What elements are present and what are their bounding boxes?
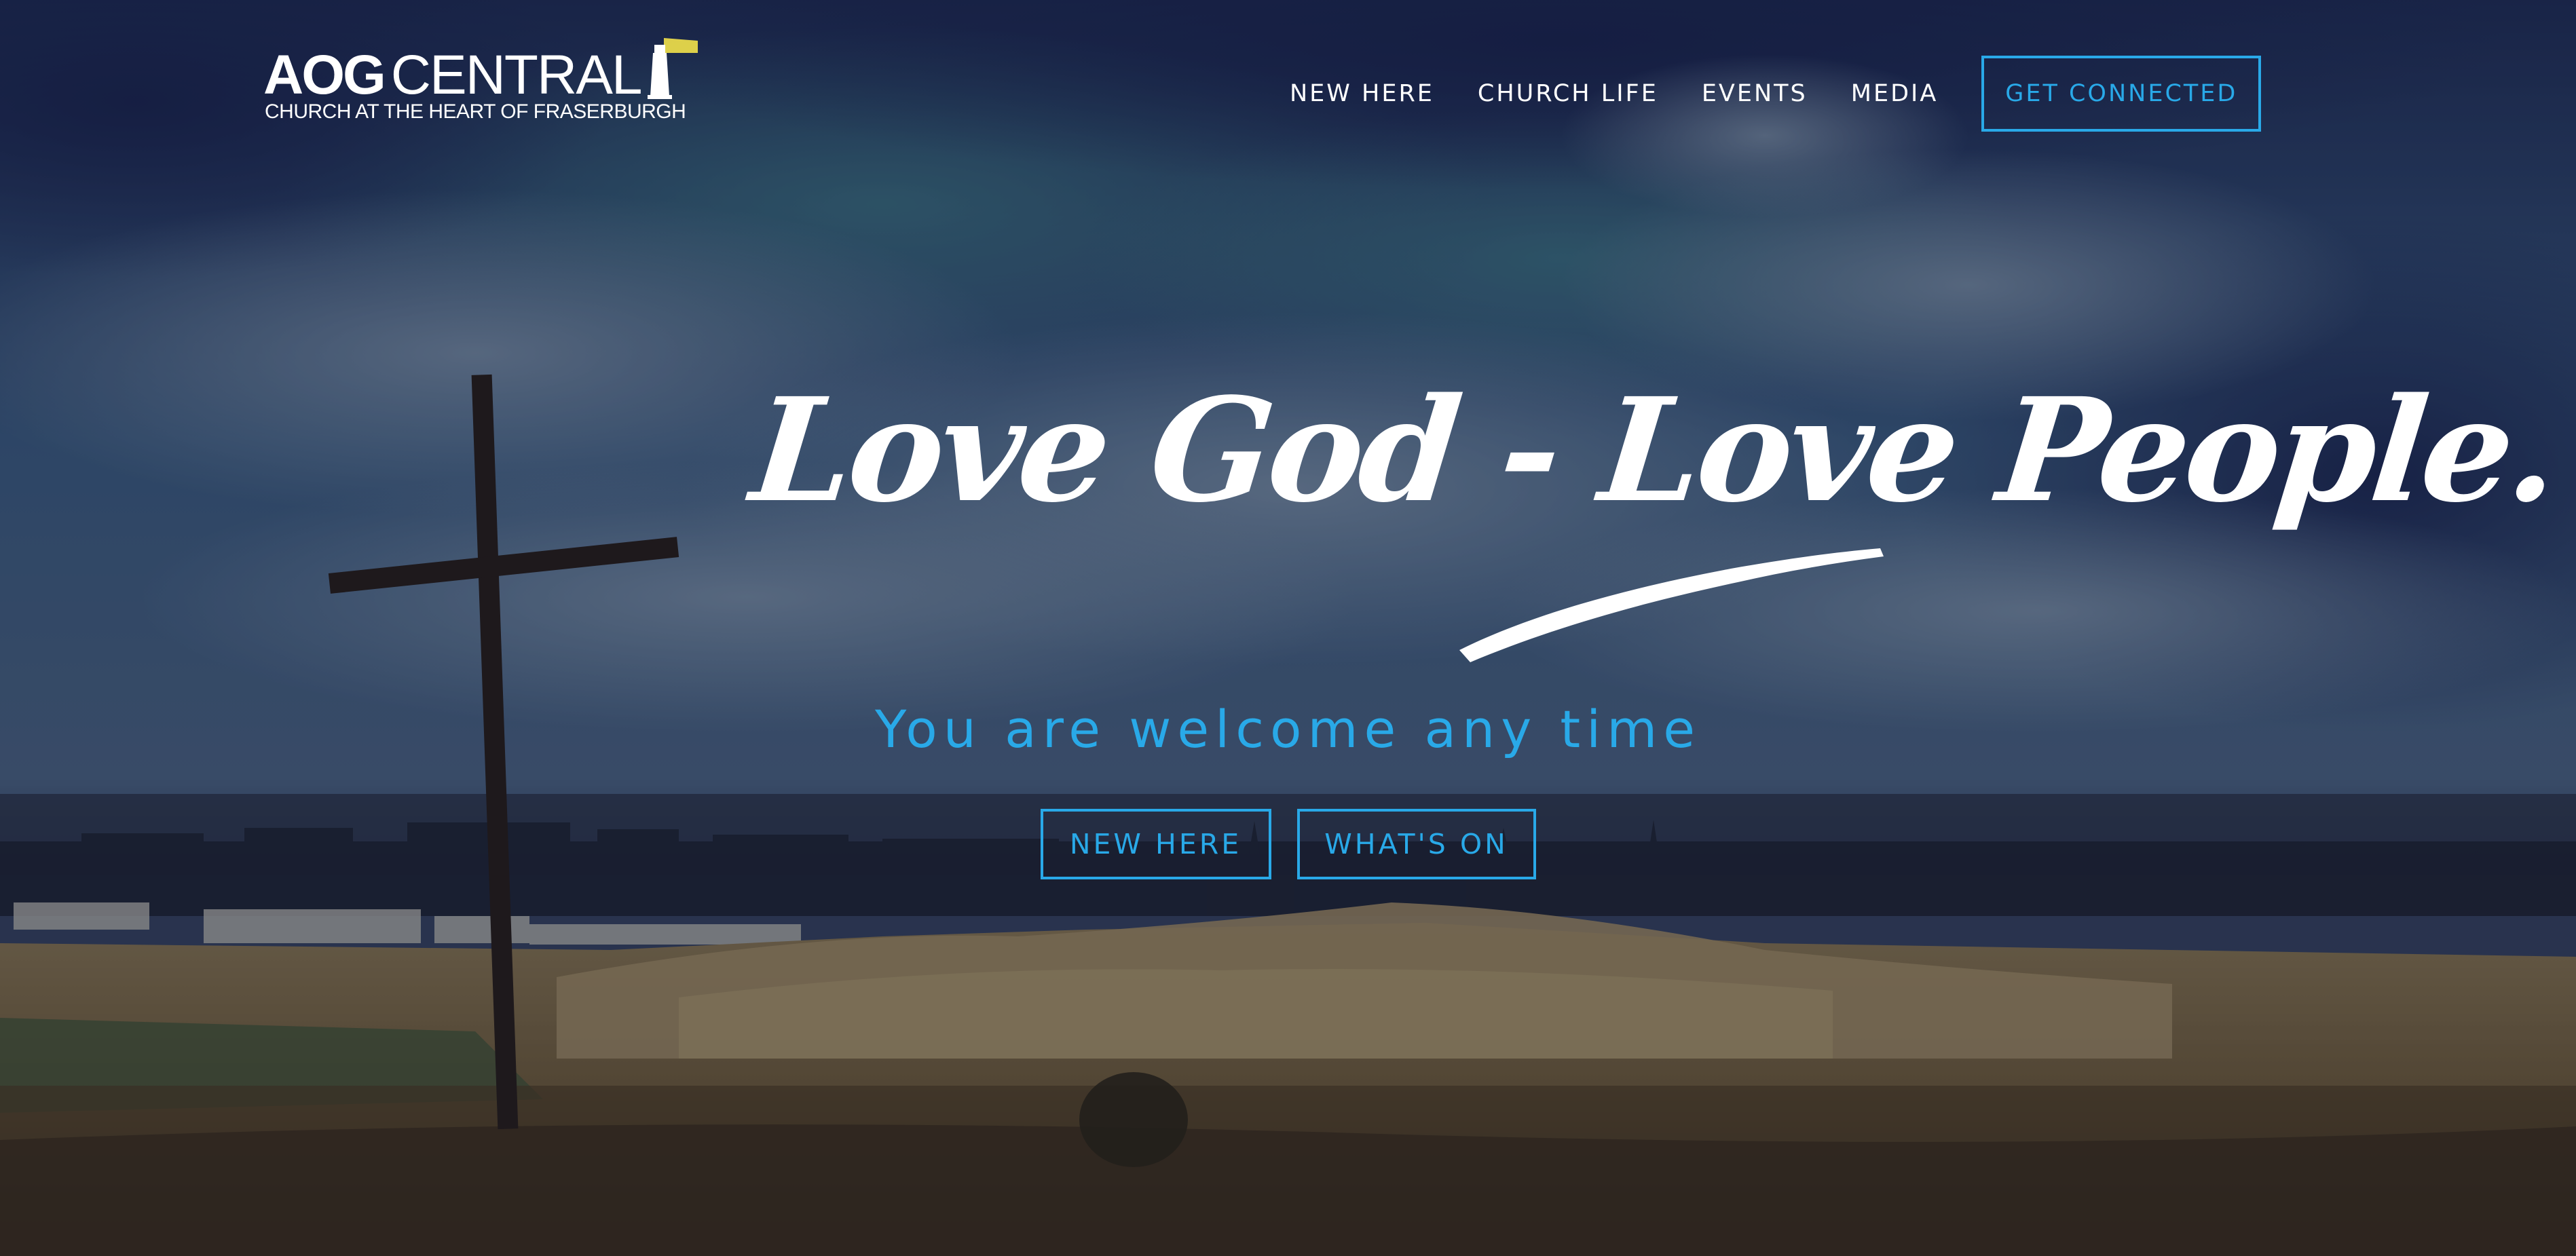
- brush-underline-icon: [1459, 548, 1884, 662]
- hero-tagline: Love God - Love People.: [745, 366, 2564, 534]
- welcome-subheading: You are welcome any time: [874, 699, 1702, 759]
- lighthouse-icon: [648, 38, 698, 99]
- hero-section: AOG CENTRAL CHURCH AT THE HEART OF FRASE…: [0, 0, 2576, 1256]
- site-logo[interactable]: AOG CENTRAL CHURCH AT THE HEART OF FRASE…: [263, 35, 711, 130]
- get-connected-button[interactable]: GET CONNECTED: [1981, 56, 2262, 132]
- logo-subtitle: CHURCH AT THE HEART OF FRASERBURGH: [265, 100, 686, 123]
- main-nav: NEW HERE CHURCH LIFE EVENTS MEDIA GET CO…: [1290, 56, 2262, 132]
- whats-on-button[interactable]: WHAT'S ON: [1296, 809, 1536, 879]
- logo-aog-text: AOG: [263, 44, 386, 106]
- nav-church-life[interactable]: CHURCH LIFE: [1478, 80, 1658, 107]
- hero-tagline-block: Love God - Love People.: [745, 366, 2564, 662]
- new-here-button[interactable]: NEW HERE: [1040, 809, 1271, 879]
- nav-events[interactable]: EVENTS: [1702, 80, 1808, 107]
- nav-media[interactable]: MEDIA: [1851, 80, 1939, 107]
- logo-wordmark: AOG CENTRAL: [263, 35, 643, 106]
- hero-cta-row: NEW HERE WHAT'S ON: [0, 809, 2576, 879]
- nav-new-here[interactable]: NEW HERE: [1290, 80, 1434, 107]
- logo-central-text: CENTRAL: [390, 44, 643, 106]
